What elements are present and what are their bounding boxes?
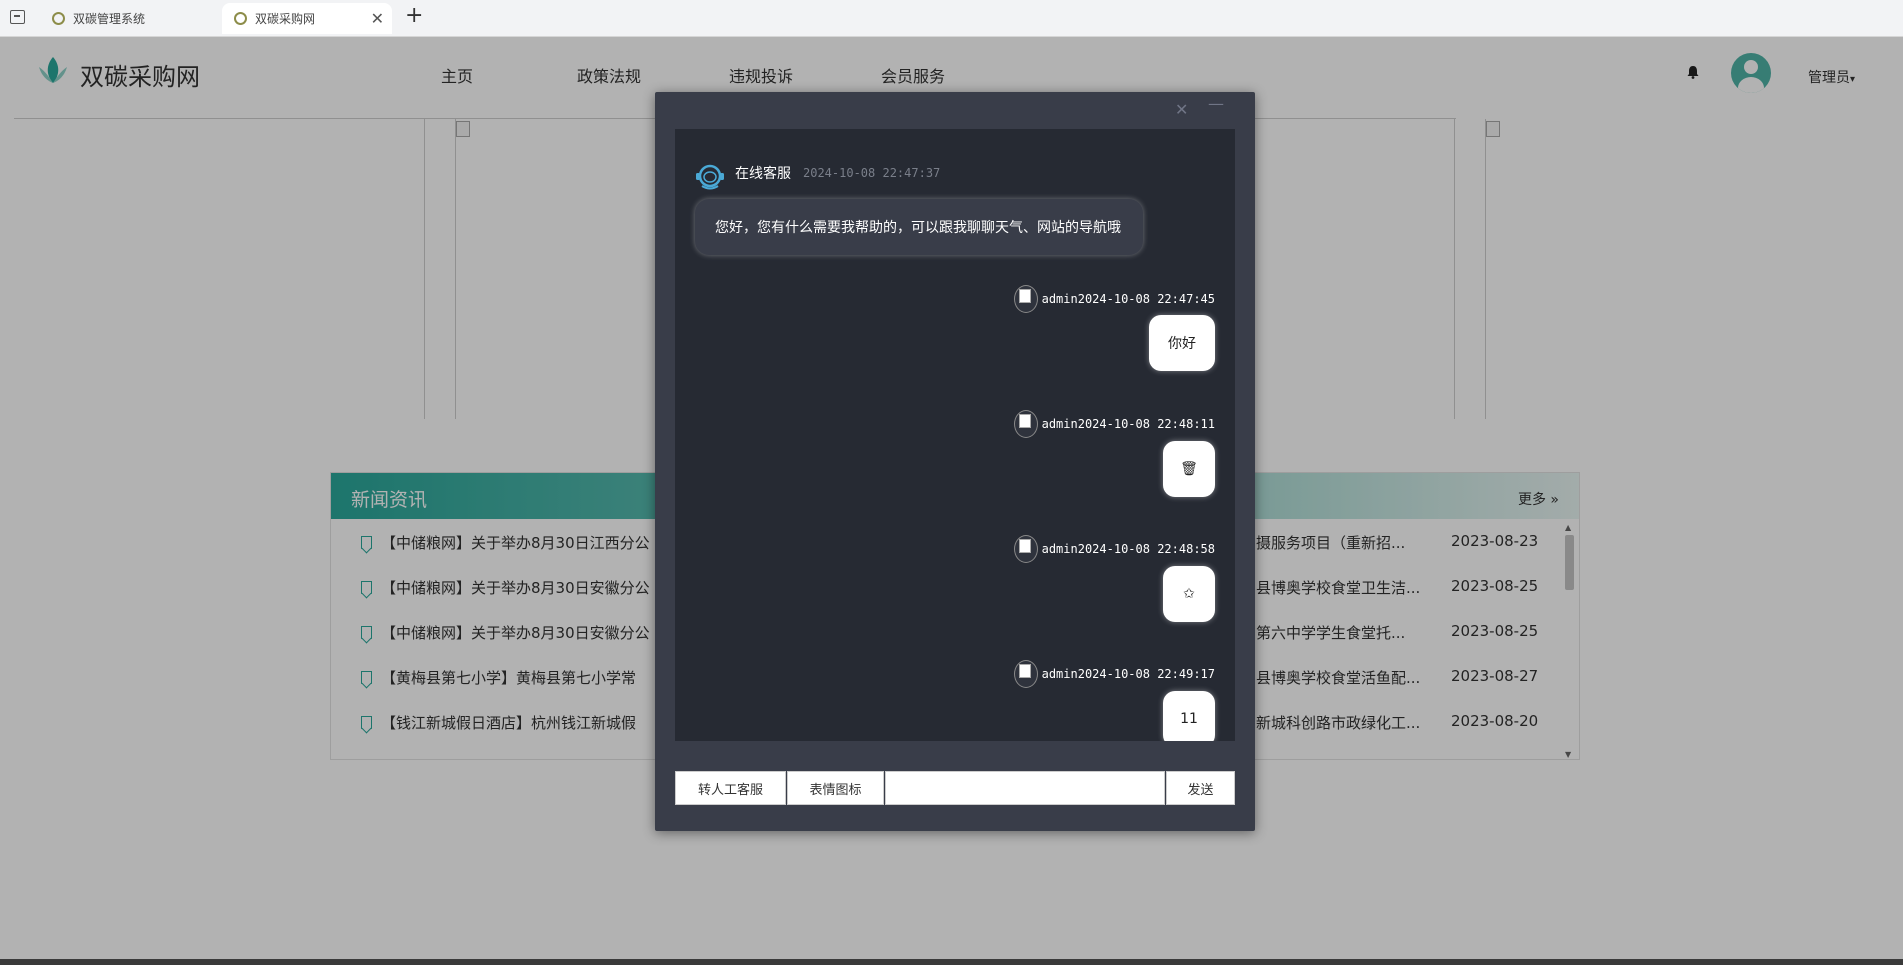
bot-message-bubble: 您好，您有什么需要我帮助的，可以跟我聊聊天气、网站的导航哦 (695, 199, 1143, 255)
tab-label: 双碳管理系统 (73, 12, 146, 26)
user-message-bubble: ✩ (1163, 566, 1215, 622)
transfer-to-agent-button[interactable]: 转人工客服 (675, 771, 786, 805)
user-message-header: admin2024-10-08 22:48:11 (1013, 410, 1215, 438)
user-avatar-icon (1013, 660, 1038, 688)
user-message-header: admin2024-10-08 22:49:17 (1013, 660, 1215, 688)
user-avatar-icon (1013, 535, 1038, 563)
user-avatar-icon (1013, 285, 1038, 313)
user-message-meta: admin2024-10-08 22:47:45 (1041, 292, 1215, 306)
user-message-bubble: 🗑 (1163, 441, 1215, 497)
chat-message-area[interactable]: 在线客服 2024-10-08 22:47:37 您好，您有什么需要我帮助的，可… (675, 129, 1235, 741)
chat-message-input[interactable] (885, 771, 1165, 805)
chat-dialog: ✕ — 在线客服 2024-10-08 22:47:37 您好，您有什么需要我帮… (655, 92, 1255, 831)
user-message-meta: admin2024-10-08 22:49:17 (1041, 667, 1215, 681)
close-tab-icon[interactable]: ✕ (371, 9, 384, 28)
browser-tab-management[interactable]: 双碳管理系统 (40, 3, 215, 34)
user-message-bubble: 11 (1163, 691, 1215, 741)
bot-timestamp: 2024-10-08 22:47:37 (803, 166, 941, 180)
bot-name: 在线客服 (735, 166, 791, 182)
browser-tab-procurement[interactable]: 双碳采购网 ✕ (222, 3, 392, 34)
new-tab-button[interactable]: + (405, 3, 423, 28)
user-avatar-icon (1013, 410, 1038, 438)
window-menu-icon[interactable] (10, 10, 25, 24)
user-message-header: admin2024-10-08 22:47:45 (1013, 285, 1215, 313)
tab-favicon-icon (234, 12, 247, 25)
tab-favicon-icon (52, 12, 65, 25)
user-message-bubble: 你好 (1149, 315, 1215, 371)
customer-service-icon (696, 164, 724, 190)
emoji-button[interactable]: 表情图标 (787, 771, 884, 805)
bottom-bar (0, 959, 1903, 965)
minimize-icon[interactable]: — (1208, 94, 1224, 113)
send-button[interactable]: 发送 (1166, 771, 1235, 805)
user-message-meta: admin2024-10-08 22:48:11 (1041, 417, 1215, 431)
tab-label: 双碳采购网 (255, 12, 316, 26)
browser-tab-bar: 双碳管理系统 双碳采购网 ✕ + (0, 0, 1903, 37)
user-message-header: admin2024-10-08 22:48:58 (1013, 535, 1215, 563)
close-icon[interactable]: ✕ (1175, 100, 1188, 119)
user-message-meta: admin2024-10-08 22:48:58 (1041, 542, 1215, 556)
